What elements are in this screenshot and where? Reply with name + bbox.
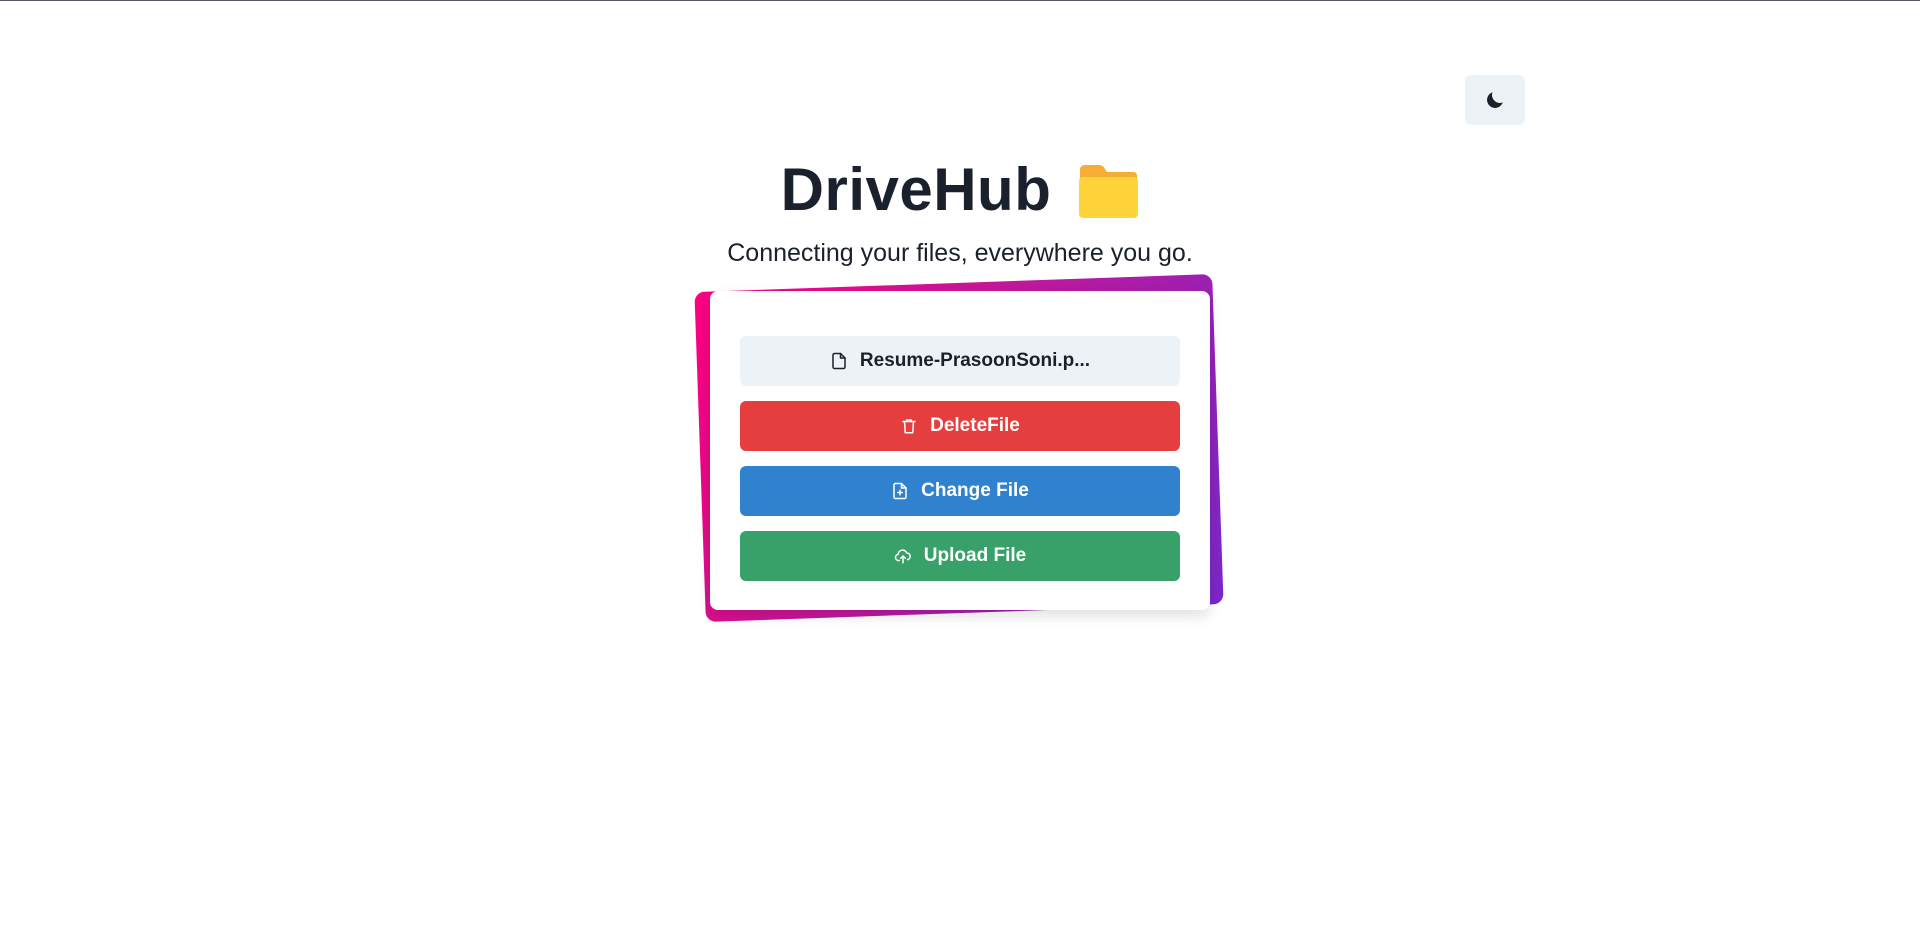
- upload-file-label: Upload File: [923, 545, 1027, 566]
- change-file-button[interactable]: Change File: [740, 466, 1180, 516]
- cloud-upload-icon: [894, 549, 911, 564]
- file-icon: [832, 352, 846, 370]
- page-title: DriveHub: [780, 156, 1052, 223]
- moon-icon: [1487, 92, 1503, 108]
- title-row: DriveHub: [0, 152, 1920, 228]
- top-border: [0, 0, 1920, 1]
- selected-file-label: Resume-PrasoonSoni.p...: [859, 350, 1091, 371]
- delete-file-button[interactable]: DeleteFile: [740, 401, 1180, 451]
- file-actions-card: Resume-PrasoonSoni.p... DeleteFile Chang…: [710, 291, 1210, 610]
- theme-toggle-button[interactable]: [1465, 75, 1525, 125]
- selected-file-button[interactable]: Resume-PrasoonSoni.p...: [740, 336, 1180, 386]
- folder-icon: [1079, 165, 1139, 218]
- page-subtitle: Connecting your files, everywhere you go…: [727, 239, 1193, 267]
- trash-icon: [902, 419, 916, 434]
- upload-file-button[interactable]: Upload File: [740, 531, 1180, 581]
- file-plus-icon: [893, 482, 907, 500]
- change-file-label: Change File: [921, 480, 1029, 501]
- delete-file-label: DeleteFile: [930, 415, 1020, 436]
